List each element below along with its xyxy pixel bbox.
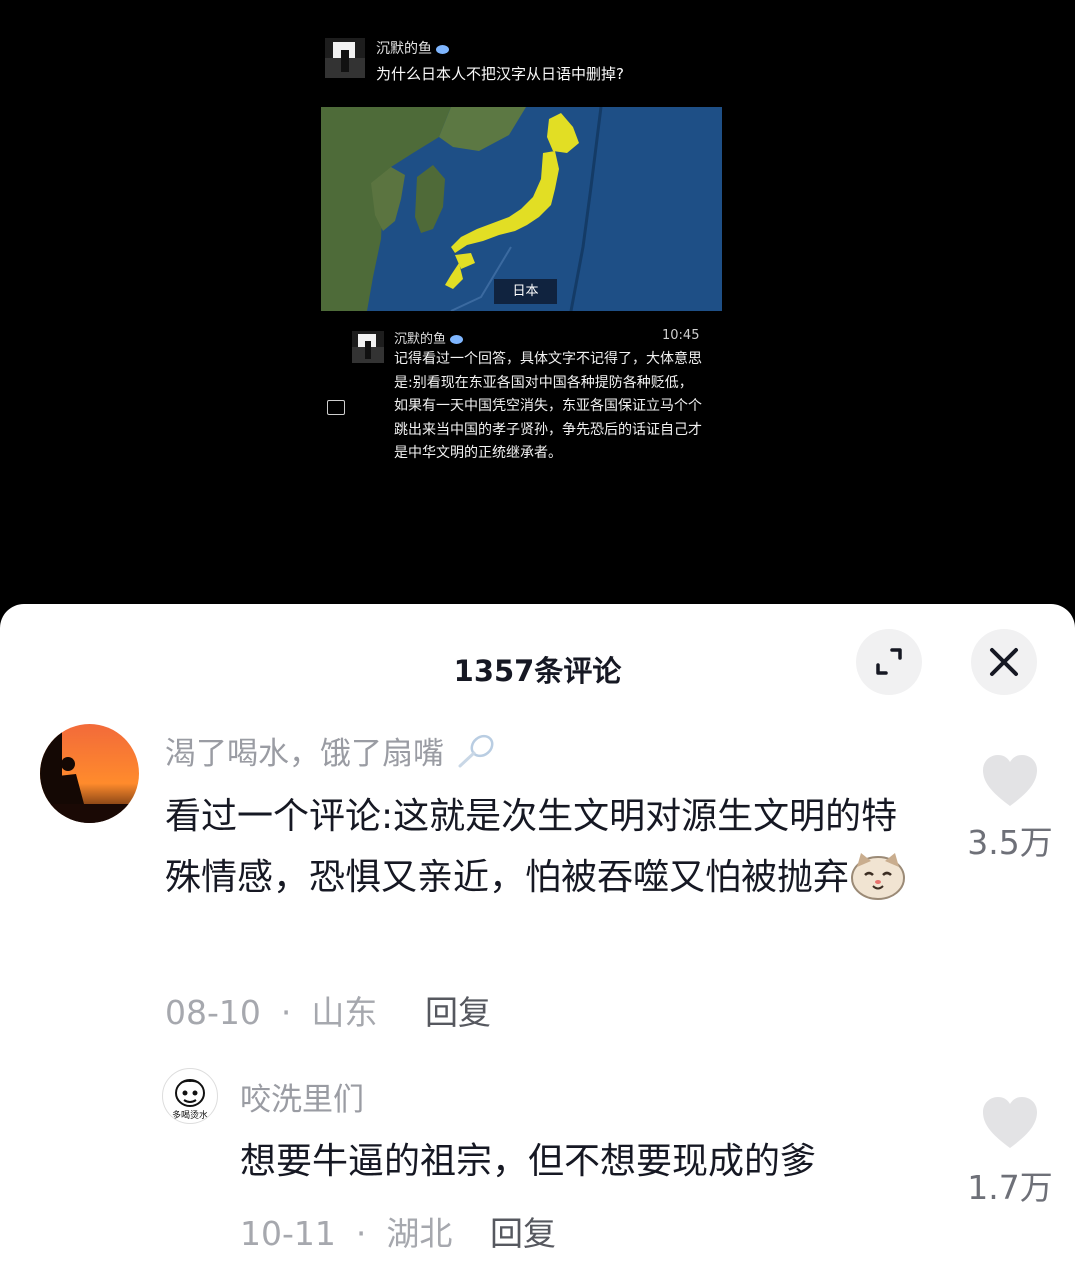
question-title: 为什么日本人不把汉字从日语中删掉? xyxy=(376,65,624,83)
expand-button[interactable] xyxy=(856,629,922,695)
like-count: 3.5万 xyxy=(967,823,1053,862)
comment-text: 看过一个评论:这就是次生文明对源生文明的特殊情感，恐惧又亲近，怕被吞噬又怕被抛弃 xyxy=(165,786,930,908)
reply-author-avatar xyxy=(352,331,384,363)
reply-time: 10:45 xyxy=(662,328,700,343)
badminton-icon xyxy=(458,734,494,768)
like-button[interactable] xyxy=(981,754,1039,812)
comments-sheet: 1357条评论 渴了喝水，饿了扇嘴 看过一个评论:这就是次生文明对源生文明的特殊… xyxy=(0,604,1075,1270)
like-button[interactable] xyxy=(981,1096,1039,1154)
reply-text: 想要牛逼的祖宗，但不想要现成的爹 xyxy=(240,1141,817,1182)
reply-button[interactable]: 回复 xyxy=(490,1207,556,1255)
comment-meta: 08-10 · 山东 xyxy=(165,993,378,1032)
map-label: 日本 xyxy=(494,279,557,304)
close-button[interactable] xyxy=(971,629,1037,695)
video-frame[interactable]: 沉默的鱼 为什么日本人不把汉字从日语中删掉? 日本 沉默的鱼 10:45 记得看… xyxy=(0,0,1075,620)
reply-author-name[interactable]: 咬洗里们 xyxy=(240,1074,364,1119)
eye-icon xyxy=(436,44,449,54)
reply-text: 记得看过一个回答，具体文字不记得了，大体意思是:别看现在东亚各国对中国各种提防各… xyxy=(394,351,702,461)
question-author-avatar xyxy=(325,38,365,78)
like-count: 1.7万 xyxy=(967,1168,1053,1207)
eye-icon xyxy=(450,335,464,344)
expand-icon xyxy=(876,648,902,675)
question-author-name: 沉默的鱼 xyxy=(376,38,449,58)
reply-button[interactable]: 回复 xyxy=(425,986,491,1034)
avatar[interactable]: 多喝烫水 xyxy=(162,1068,218,1124)
close-icon xyxy=(990,648,1018,676)
cat-emoji-icon xyxy=(851,853,906,900)
heart-icon xyxy=(983,1097,1037,1148)
chat-bubble-icon[interactable] xyxy=(327,400,345,415)
avatar[interactable] xyxy=(40,724,139,823)
reply-meta: 10-11 · 湖北 xyxy=(240,1214,453,1253)
comment-author-name[interactable]: 渴了喝水，饿了扇嘴 xyxy=(165,728,498,773)
reply-author-name: 沉默的鱼 xyxy=(394,328,464,347)
svg-text:多喝烫水: 多喝烫水 xyxy=(172,1109,208,1121)
heart-icon xyxy=(983,755,1037,806)
